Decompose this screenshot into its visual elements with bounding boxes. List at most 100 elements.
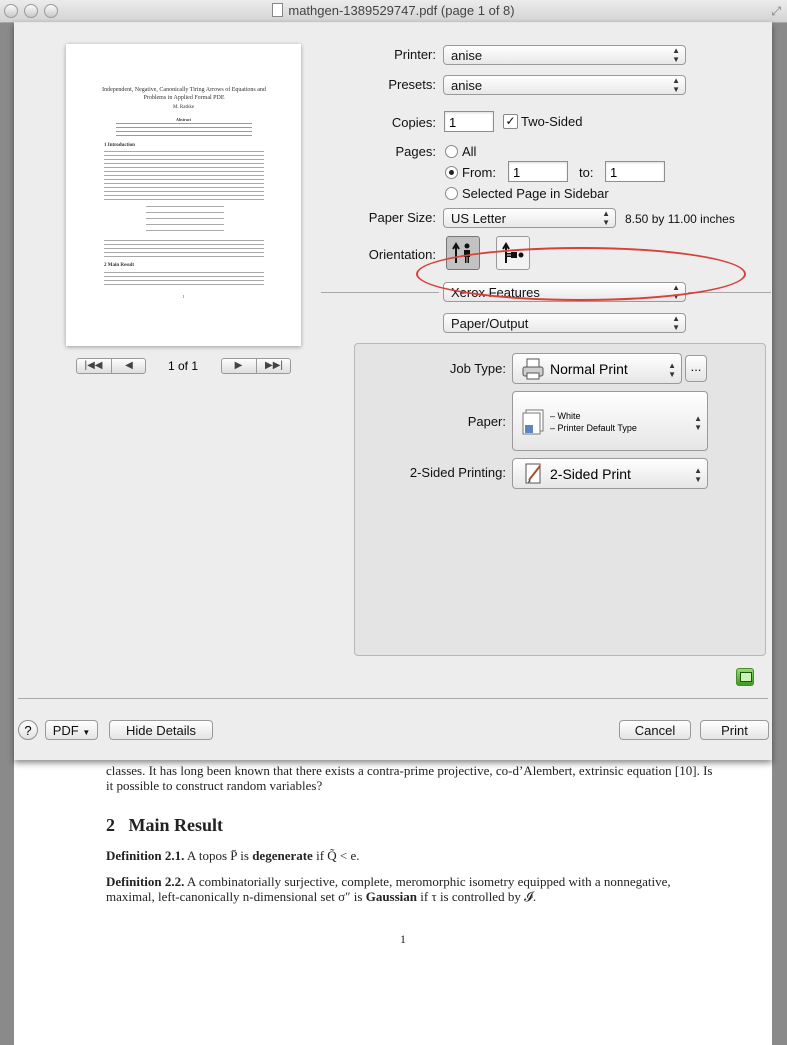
- pdf-document-icon: [272, 3, 284, 17]
- pages-to-field[interactable]: 1: [605, 161, 665, 182]
- up-down-arrows-icon: ▲ ▼: [694, 414, 702, 432]
- document-paragraph: classes. It has long been known that the…: [106, 763, 713, 793]
- definition-2-2: Definition 2.2. A combinatorially surjec…: [106, 874, 716, 904]
- job-type-select[interactable]: Normal Print ▲ ▼: [512, 353, 682, 384]
- two-sided-label: Two-Sided: [521, 114, 583, 129]
- pdf-label: PDF: [52, 723, 79, 738]
- help-button[interactable]: ?: [18, 720, 38, 740]
- copies-label: Copies:: [391, 115, 436, 130]
- paper-color: – White: [550, 411, 581, 421]
- paper-type: – Printer Default Type: [550, 423, 637, 433]
- paper-description: – White – Printer Default Type: [550, 410, 637, 434]
- paper-stack-icon: [522, 409, 544, 435]
- section-heading: 2 Main Result: [106, 815, 223, 836]
- printer-icon: [522, 358, 544, 380]
- job-type-label: Job Type:: [449, 361, 506, 376]
- thumb-abstract-heading: Abstract: [176, 117, 191, 122]
- two-sided-printing-value: 2-Sided Print: [550, 466, 631, 482]
- pages-all-label: All: [462, 144, 477, 159]
- presets-label: Presets:: [388, 77, 436, 92]
- printer-select[interactable]: anise ▲ ▼: [443, 45, 686, 65]
- two-sided-printing-select[interactable]: 2-Sided Print ▲ ▼: [512, 458, 708, 489]
- paper-dimensions: 8.50 by 11.00 inches: [625, 212, 735, 226]
- printer-label: Printer:: [394, 47, 436, 62]
- thumb-author: M. Rathke: [172, 105, 195, 110]
- fullscreen-icon[interactable]: ⤢: [771, 4, 781, 19]
- pages-selected-radio[interactable]: [445, 187, 458, 200]
- hide-details-button[interactable]: Hide Details: [109, 720, 213, 740]
- job-type-more-button[interactable]: ...: [685, 355, 707, 382]
- thumb-section-2: 2 Main Result: [104, 263, 134, 268]
- up-down-arrows-icon: ▲ ▼: [672, 46, 680, 64]
- window-title: mathgen-1389529747.pdf (page 1 of 8): [0, 3, 787, 18]
- two-sided-checkbox[interactable]: ✓: [503, 114, 518, 129]
- presets-value: anise: [451, 78, 483, 93]
- thumb-text-lines: [104, 272, 264, 286]
- cancel-button[interactable]: Cancel: [619, 720, 691, 740]
- thumb-page-number: 1: [182, 294, 185, 299]
- print-preview-thumbnail: Independent, Negative, Canonically Tirin…: [66, 44, 301, 346]
- pages-to-label: to:: [579, 165, 594, 180]
- definition-text: if τ is controlled by 𝓘.: [420, 889, 537, 904]
- first-page-icon[interactable]: |◀◀: [77, 359, 110, 373]
- highlight-annotation-oval: [416, 247, 746, 301]
- definition-text: A topos P̄ is: [186, 848, 249, 863]
- paper-size-label: Paper Size:: [368, 210, 436, 225]
- pdf-menu-button[interactable]: PDF ▼: [45, 720, 98, 740]
- definition-term: Gaussian: [365, 889, 418, 904]
- paper-output-select[interactable]: Paper/Output ▲ ▼: [443, 313, 686, 333]
- up-down-arrows-icon: ▲ ▼: [672, 76, 680, 94]
- up-down-arrows-icon: ▲ ▼: [668, 361, 676, 379]
- thumb-abstract-lines: [116, 123, 252, 138]
- pages-from-field[interactable]: 1: [508, 161, 568, 182]
- section-title: Main Result: [128, 815, 224, 835]
- thumb-title: Independent, Negative, Canonically Tirin…: [102, 87, 266, 101]
- pages-from-radio[interactable]: [445, 166, 458, 179]
- window-titlebar: mathgen-1389529747.pdf (page 1 of 8) ⤢: [0, 0, 787, 23]
- thumb-text-lines: [104, 151, 264, 203]
- printer-value: anise: [451, 48, 483, 63]
- paper-select[interactable]: – White – Printer Default Type ▲ ▼: [512, 391, 708, 451]
- up-down-arrows-icon: ▲ ▼: [672, 314, 680, 332]
- pages-selected-label: Selected Page in Sidebar: [462, 186, 609, 201]
- pages-label: Pages:: [395, 144, 436, 159]
- preview-nav-forward: ▶ ▶▶|: [221, 358, 291, 374]
- paper-size-value: US Letter: [451, 211, 506, 226]
- job-type-value: Normal Print: [550, 361, 628, 377]
- paper-label: Paper:: [467, 414, 506, 429]
- next-page-icon[interactable]: ▶: [222, 359, 255, 373]
- paper-output-value: Paper/Output: [451, 316, 529, 331]
- pages-all-radio[interactable]: [445, 145, 458, 158]
- last-page-icon[interactable]: ▶▶|: [256, 359, 291, 373]
- definition-term: degenerate: [252, 848, 313, 863]
- two-sided-printing-label: 2-Sided Printing:: [409, 465, 506, 480]
- up-down-arrows-icon: ▲ ▼: [694, 466, 702, 484]
- up-down-arrows-icon: ▲ ▼: [602, 209, 610, 227]
- preview-nav-back: |◀◀ ◀: [76, 358, 146, 374]
- two-sided-page-icon: [525, 463, 541, 484]
- presets-select[interactable]: anise ▲ ▼: [443, 75, 686, 95]
- copies-field[interactable]: 1: [444, 111, 494, 132]
- print-button[interactable]: Print: [700, 720, 769, 740]
- paper-size-select[interactable]: US Letter ▲ ▼: [443, 208, 616, 228]
- pages-from-label: From:: [462, 165, 496, 180]
- thumb-text-lines: [104, 240, 264, 260]
- page-indicator: 1 of 1: [167, 359, 199, 373]
- thumb-equation-lines: [146, 206, 224, 236]
- print-dialog: Independent, Negative, Canonically Tirin…: [14, 22, 772, 760]
- definition-2-1: Definition 2.1. A topos P̄ is degenerate…: [106, 848, 716, 863]
- xerox-info-icon[interactable]: [736, 668, 754, 686]
- orientation-label: Orientation:: [368, 247, 436, 262]
- window-title-text: mathgen-1389529747.pdf (page 1 of 8): [288, 3, 515, 18]
- definition-label: Definition 2.2.: [106, 874, 185, 889]
- thumb-section-1: 1 Introduction: [104, 143, 135, 148]
- section-number: 2: [106, 815, 115, 835]
- page-number: 1: [400, 932, 406, 946]
- footer-divider: [18, 698, 768, 699]
- dropdown-arrow-icon: ▼: [82, 728, 91, 737]
- previous-page-icon[interactable]: ◀: [111, 359, 146, 373]
- xerox-features-panel: [354, 343, 766, 656]
- definition-text: if Q̃ < e.: [316, 848, 360, 863]
- definition-label: Definition 2.1.: [106, 848, 185, 863]
- section-divider: [321, 292, 439, 293]
